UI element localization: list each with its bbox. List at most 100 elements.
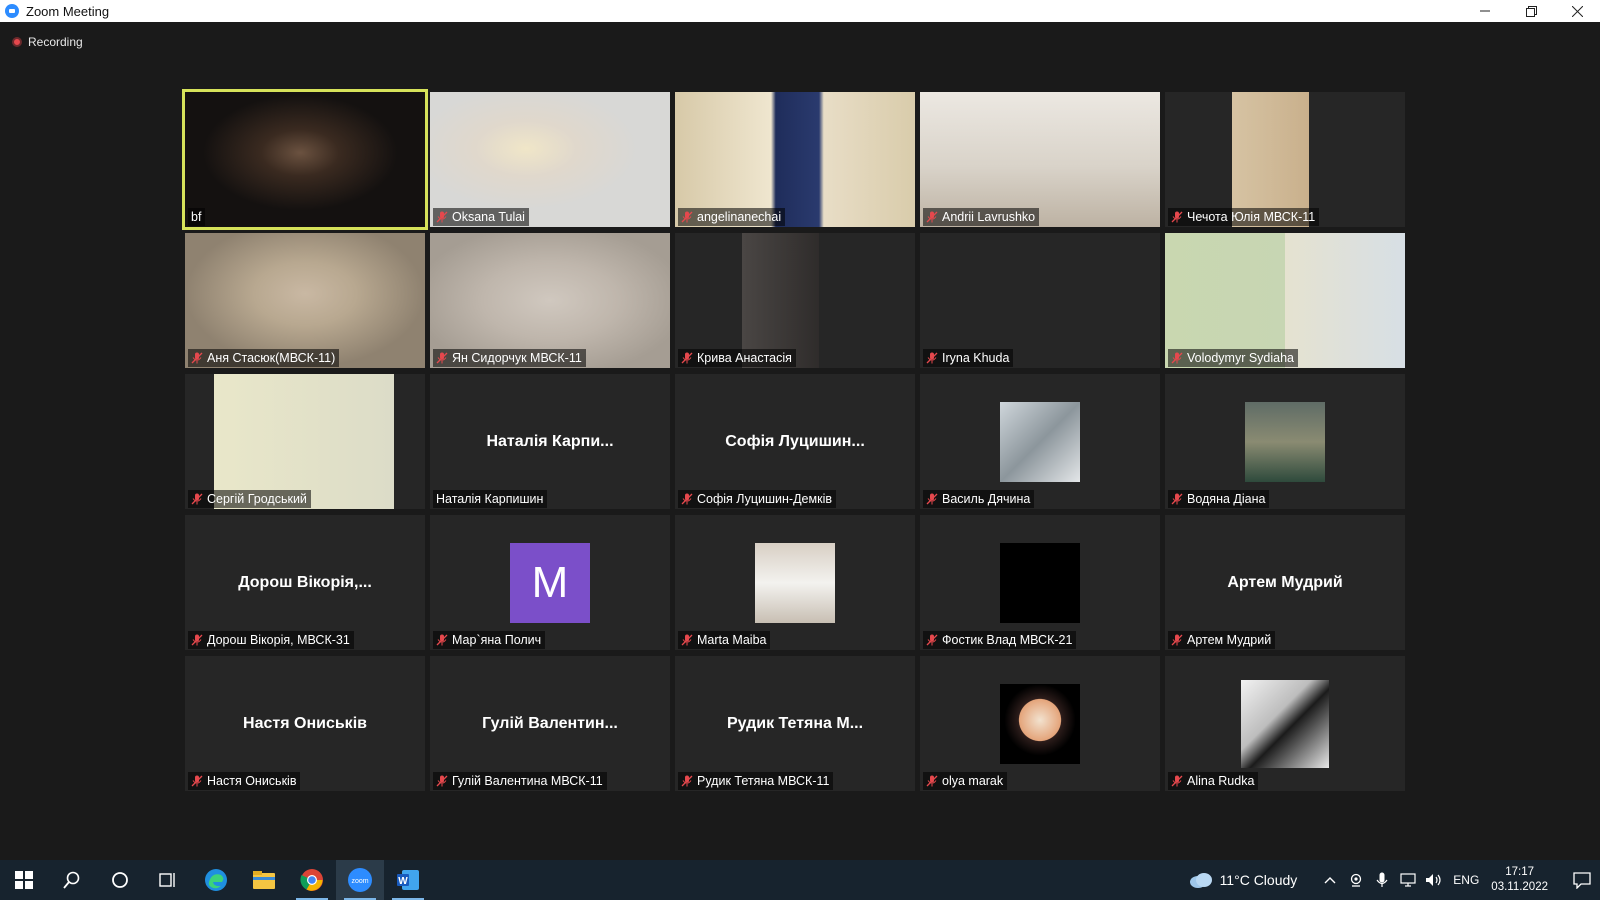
participant-tile[interactable]: Василь Дячина — [920, 374, 1160, 509]
edge-icon — [205, 869, 227, 891]
window-title: Zoom Meeting — [26, 3, 110, 19]
muted-mic-icon — [436, 211, 448, 223]
svg-text:W: W — [398, 876, 408, 887]
participant-video — [920, 92, 1160, 227]
participant-name-label: Гулій Валентина МВСК-11 — [433, 772, 607, 790]
task-view-button[interactable] — [144, 860, 192, 900]
zoom-icon: zoom — [348, 868, 372, 892]
participant-video — [430, 233, 670, 368]
participant-tile[interactable]: olya marak — [920, 656, 1160, 791]
edge-button[interactable] — [192, 860, 240, 900]
profile-photo — [1000, 542, 1080, 623]
participant-name-label: Iryna Khuda — [923, 349, 1014, 367]
participant-name: Софія Луцишин-Демків — [697, 492, 832, 506]
participant-center-name: Настя Ониськів — [243, 714, 367, 732]
muted-mic-icon — [926, 493, 938, 505]
muted-mic-icon — [436, 352, 448, 364]
clock-date: 03.11.2022 — [1491, 881, 1548, 893]
weather-widget[interactable]: 11°C Cloudy — [1188, 871, 1297, 889]
participant-tile[interactable]: Настя Ониськів Настя Ониськів — [185, 656, 425, 791]
participant-tile[interactable]: Аня Стасюк(МВСК-11) — [185, 233, 425, 368]
participant-name: Дорош Вікорія, МВСК-31 — [207, 633, 350, 647]
participant-name-label: Alina Rudka — [1168, 772, 1259, 790]
cortana-icon — [112, 872, 128, 888]
participant-name: Аня Стасюк(МВСК-11) — [207, 351, 336, 365]
participant-name: Alina Rudka — [1187, 774, 1255, 788]
participant-tile[interactable]: Ян Сидорчук МВСК-11 — [430, 233, 670, 368]
participant-name: Oksana Tulai — [452, 210, 525, 224]
microphone-icon — [1376, 872, 1388, 887]
word-button[interactable]: W — [384, 860, 432, 900]
participant-name-label: Артем Мудрий — [1168, 631, 1276, 649]
participant-tile[interactable]: Andrii Lavrushko — [920, 92, 1160, 227]
participant-name-label: Дорош Вікорія, МВСК-31 — [188, 631, 354, 649]
file-explorer-button[interactable] — [240, 860, 288, 900]
participant-name-label: Volodymyr Sydiaha — [1168, 349, 1299, 367]
close-button[interactable] — [1554, 0, 1600, 22]
microphone-tray-button[interactable] — [1371, 872, 1393, 888]
participant-name-label: bf — [188, 208, 206, 226]
participant-video — [430, 92, 670, 227]
chevron-up-icon — [1324, 877, 1336, 884]
participant-video — [185, 374, 425, 509]
camera-tray-button[interactable] — [1345, 873, 1367, 887]
participant-name-label: Фостик Влад МВСК-21 — [923, 631, 1077, 649]
participant-name: Гулій Валентина МВСК-11 — [452, 774, 603, 788]
participant-tile[interactable]: Крива Анастасія — [675, 233, 915, 368]
input-language[interactable]: ENG — [1453, 873, 1479, 887]
file-explorer-icon — [253, 871, 275, 889]
minimize-button[interactable] — [1462, 0, 1508, 22]
participant-tile[interactable]: Рудик Тетяна М... Рудик Тетяна МВСК-11 — [675, 656, 915, 791]
profile-photo — [1000, 401, 1080, 482]
tray-overflow-button[interactable] — [1319, 876, 1341, 884]
start-button[interactable] — [0, 860, 48, 900]
network-tray-button[interactable] — [1397, 873, 1419, 887]
muted-mic-icon — [191, 352, 203, 364]
participant-tile[interactable]: Наталія Карпи... Наталія Карпишин — [430, 374, 670, 509]
participant-tile[interactable]: Водяна Діана — [1165, 374, 1405, 509]
participant-tile[interactable]: Артем Мудрий Артем Мудрий — [1165, 515, 1405, 650]
participant-tile[interactable]: Alina Rudka — [1165, 656, 1405, 791]
search-button[interactable] — [48, 860, 96, 900]
windows-taskbar: zoom W 11°C Cloudy ENG 17:17 03.11.2022 — [0, 860, 1600, 900]
participant-tile[interactable]: Софія Луцишин... Софія Луцишин-Демків — [675, 374, 915, 509]
clock-time: 17:17 — [1505, 866, 1535, 878]
restore-button[interactable] — [1508, 0, 1554, 22]
muted-mic-icon — [681, 211, 693, 223]
profile-photo — [1000, 683, 1080, 764]
notification-icon — [1573, 871, 1591, 889]
participant-tile[interactable]: Oksana Tulai — [430, 92, 670, 227]
recording-indicator[interactable]: Recording — [12, 35, 83, 49]
muted-mic-icon — [926, 634, 938, 646]
cortana-button[interactable] — [96, 860, 144, 900]
profile-photo — [1241, 679, 1329, 768]
participant-tile[interactable]: Marta Maiba — [675, 515, 915, 650]
participant-tile[interactable]: Iryna Khuda — [920, 233, 1160, 368]
start-icon — [15, 871, 33, 889]
chrome-button[interactable] — [288, 860, 336, 900]
muted-mic-icon — [436, 775, 448, 787]
participant-tile[interactable]: Volodymyr Sydiaha — [1165, 233, 1405, 368]
participant-name: Volodymyr Sydiaha — [1187, 351, 1295, 365]
participant-tile[interactable]: Сергій Гродський — [185, 374, 425, 509]
participant-name-label: Oksana Tulai — [433, 208, 529, 226]
participant-tile[interactable]: Фостик Влад МВСК-21 — [920, 515, 1160, 650]
participant-tile[interactable]: Чечота Юлія МВСК-11 — [1165, 92, 1405, 227]
muted-mic-icon — [681, 634, 693, 646]
participant-tile[interactable]: Гулій Валентин... Гулій Валентина МВСК-11 — [430, 656, 670, 791]
clock[interactable]: 17:17 03.11.2022 — [1491, 865, 1548, 895]
participant-tile[interactable]: angelinanechai — [675, 92, 915, 227]
gallery-view: bf Oksana Tulai angelinanechai Andrii Lavru… — [182, 89, 1405, 791]
search-icon — [63, 871, 80, 889]
system-tray: 11°C Cloudy ENG 17:17 03.11.2022 — [1188, 860, 1600, 900]
participant-tile[interactable]: bf — [182, 89, 428, 230]
participant-name-label: Водяна Діана — [1168, 490, 1270, 508]
zoom-button[interactable]: zoom — [336, 860, 384, 900]
participant-center-name: Гулій Валентин... — [482, 714, 618, 732]
participant-tile[interactable]: Дорош Вікорія,... Дорош Вікорія, МВСК-31 — [185, 515, 425, 650]
participant-tile[interactable]: M Мар`яна Полич — [430, 515, 670, 650]
participant-center-name: Артем Мудрий — [1227, 573, 1343, 591]
muted-mic-icon — [1171, 775, 1183, 787]
volume-tray-button[interactable] — [1423, 873, 1445, 887]
action-center-button[interactable] — [1564, 871, 1600, 889]
